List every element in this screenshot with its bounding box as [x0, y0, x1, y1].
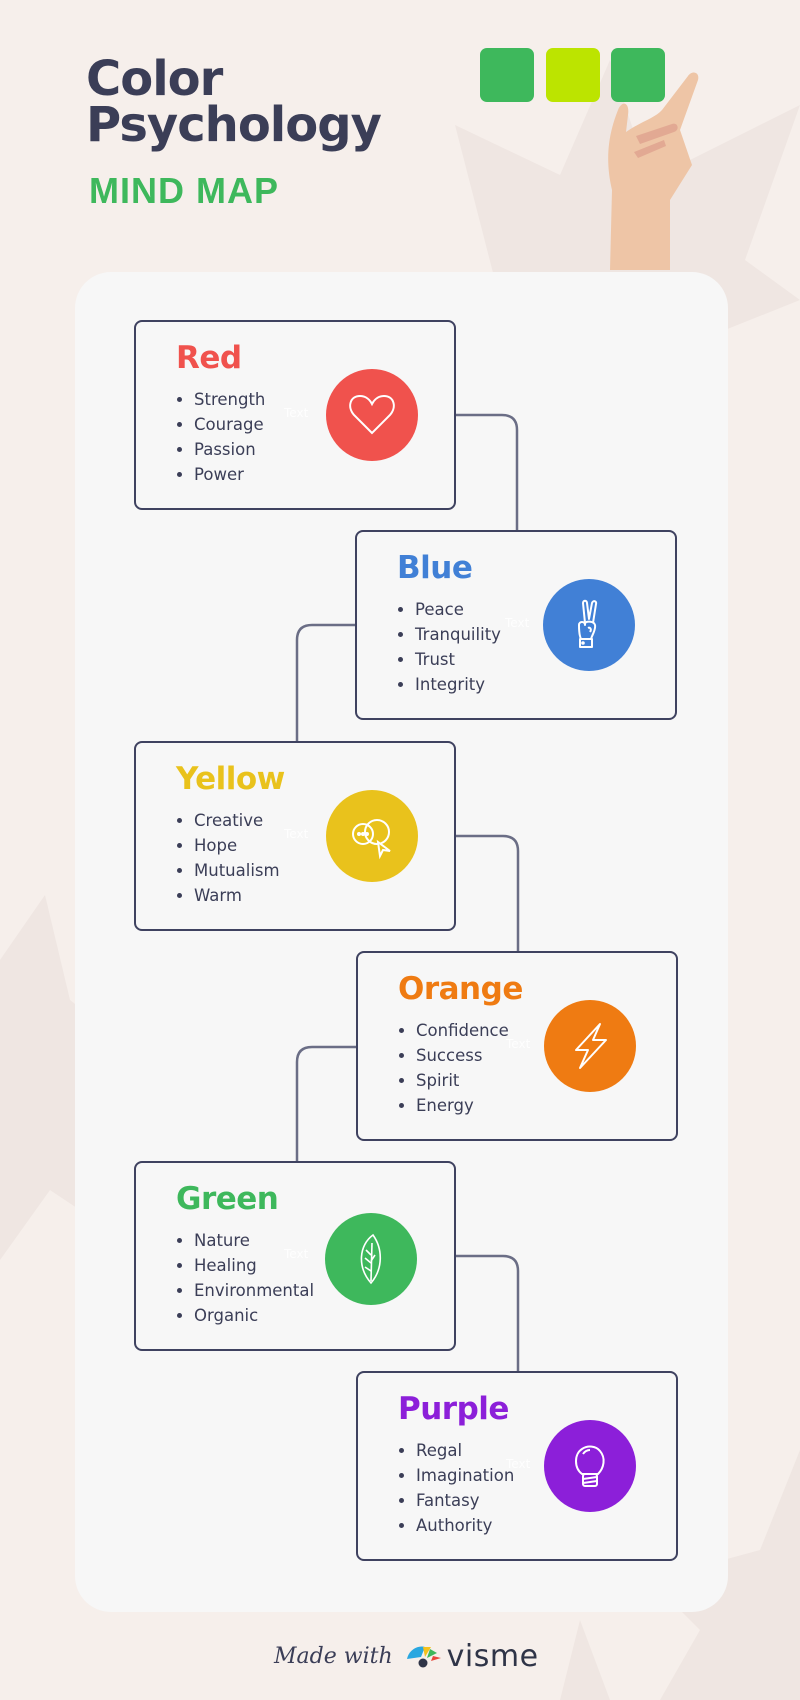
placeholder-text: Text [284, 1247, 309, 1261]
icon-circle [326, 790, 418, 882]
leaf-icon [360, 1233, 382, 1285]
icon-circle [325, 1213, 417, 1305]
color-swatch [611, 48, 665, 102]
placeholder-text: Text [506, 1457, 531, 1471]
card-title: Green [176, 1181, 279, 1217]
list-item: Passion [176, 437, 265, 462]
list-item: Peace [398, 597, 501, 622]
list-item: Energy [399, 1093, 509, 1118]
list-item: Power [176, 462, 265, 487]
heart-icon [349, 394, 395, 435]
list-item: Confidence [399, 1018, 509, 1043]
card-trait-list: Creative Hope Mutualism Warm [177, 808, 280, 908]
peace-hand-icon [578, 599, 598, 648]
list-item: Authority [398, 1513, 514, 1538]
title-line-2: Psychology [86, 97, 382, 153]
page-subtitle: MIND MAP [89, 170, 279, 211]
card-trait-list: Nature Healing Environmental Organic [176, 1228, 314, 1328]
title-line-1: Color [86, 51, 223, 107]
card-yellow: Yellow Creative Hope Mutualism Warm Text [134, 741, 456, 931]
icon-circle [544, 1000, 636, 1092]
visme-brand-text: visme [446, 1638, 539, 1674]
list-item: Creative [177, 808, 280, 833]
card-title: Blue [397, 550, 473, 586]
card-red: Red Strength Courage Passion Power Text [134, 320, 456, 510]
visme-logo-icon [406, 1646, 441, 1668]
list-item: Tranquility [398, 622, 501, 647]
list-item: Trust [398, 647, 501, 672]
list-item: Warm [177, 883, 280, 908]
list-item: Integrity [398, 672, 501, 697]
icon-circle [543, 579, 635, 671]
card-title: Orange [398, 971, 523, 1007]
list-item: Courage [176, 412, 265, 437]
chat-bubbles-icon [352, 819, 391, 860]
list-item: Mutualism [177, 858, 280, 883]
lightning-icon [575, 1023, 607, 1069]
page-title: Color Psychology [86, 51, 382, 153]
card-trait-list: Strength Courage Passion Power [176, 387, 265, 487]
card-blue: Blue Peace Tranquility Trust Integrity T… [355, 530, 677, 720]
placeholder-text: Text [505, 616, 530, 630]
list-item: Imagination [398, 1463, 514, 1488]
list-item: Regal [398, 1438, 514, 1463]
list-item: Environmental [176, 1278, 314, 1303]
list-item: Organic [176, 1303, 314, 1328]
placeholder-text: Text [284, 827, 309, 841]
made-with-visme-badge[interactable]: Made with visme [274, 1636, 539, 1676]
made-with-label: Made with [274, 1643, 393, 1669]
list-item: Strength [176, 387, 265, 412]
card-title: Purple [398, 1391, 509, 1427]
placeholder-text: Text [284, 406, 309, 420]
card-trait-list: Regal Imagination Fantasy Authority [398, 1438, 514, 1538]
color-swatch [546, 48, 600, 102]
icon-circle [544, 1420, 636, 1512]
card-trait-list: Confidence Success Spirit Energy [399, 1018, 509, 1118]
icon-circle [326, 369, 418, 461]
color-swatch [480, 48, 534, 102]
card-title: Yellow [176, 761, 285, 797]
list-item: Spirit [399, 1068, 509, 1093]
card-purple: Purple Regal Imagination Fantasy Authori… [356, 1371, 678, 1561]
list-item: Success [399, 1043, 509, 1068]
list-item: Hope [177, 833, 280, 858]
card-orange: Orange Confidence Success Spirit Energy … [356, 951, 678, 1141]
lightbulb-icon [575, 1445, 605, 1487]
card-green: Green Nature Healing Environmental Organ… [134, 1161, 456, 1351]
placeholder-text: Text [506, 1037, 531, 1051]
card-title: Red [176, 340, 242, 376]
list-item: Fantasy [398, 1488, 514, 1513]
card-trait-list: Peace Tranquility Trust Integrity [398, 597, 501, 697]
